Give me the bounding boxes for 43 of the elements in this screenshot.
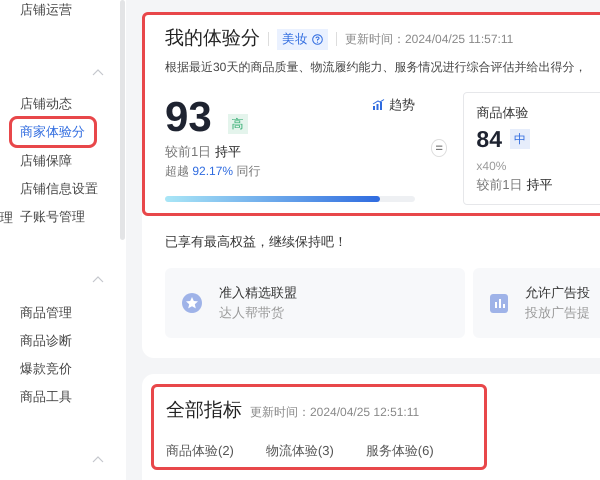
- description: 根据最近30天的商品质量、物流履约能力、服务情况进行综合评估并给出得分，: [165, 58, 588, 76]
- chevron-up-icon[interactable]: [92, 275, 104, 283]
- benefit-title: 准入精选联盟: [219, 284, 297, 302]
- tab[interactable]: 物流体验(3): [266, 441, 334, 460]
- tab[interactable]: 服务体验(6): [366, 441, 434, 460]
- change-text: 较前1日 持平: [165, 143, 242, 162]
- sidebar-item[interactable]: 商品诊断: [0, 327, 72, 355]
- bar-chart-icon: [372, 99, 385, 110]
- benefit-subtitle: 投放广告提: [525, 304, 590, 322]
- sidebar-item[interactable]: 店铺保障: [0, 147, 72, 175]
- section-title: 我的体验分: [165, 27, 260, 51]
- benefit-title: 允许广告投: [525, 284, 590, 302]
- section-title: 全部指标: [166, 398, 242, 422]
- sidebar-item[interactable]: 店铺动态: [0, 90, 72, 118]
- equals-sign: =: [431, 139, 448, 158]
- trend-link[interactable]: 趋势: [372, 94, 415, 114]
- benefits-title: 已享有最高权益，继续保持吧！: [165, 233, 348, 251]
- bar-chart-icon: [489, 292, 509, 314]
- scrollbar-thumb[interactable]: [120, 0, 125, 240]
- update-time: 更新时间：2024/04/25 11:57:11: [345, 31, 514, 48]
- change-text: 较前1日 持平: [476, 176, 554, 194]
- grade-tag: 高: [228, 114, 248, 134]
- benefit-subtitle: 达人帮带货: [219, 304, 285, 322]
- chevron-up-icon[interactable]: [92, 68, 104, 76]
- sidebar-item[interactable]: 爆款竞价: [0, 355, 72, 383]
- weight-text: x40%: [476, 158, 508, 174]
- beat-text: 超越 92.17% 同行: [165, 162, 262, 180]
- sidebar-item[interactable]: 商品管理: [0, 299, 72, 327]
- category-tag[interactable]: 美妆: [277, 28, 328, 50]
- cut-off-text: 理: [0, 211, 13, 224]
- help-icon: [312, 34, 323, 45]
- update-time: 更新时间：2024/04/25 12:51:11: [250, 404, 420, 421]
- sidebar-item[interactable]: 店铺信息设置: [0, 175, 98, 203]
- tab[interactable]: 商品体验(2): [166, 441, 234, 460]
- dimension-score: 84: [476, 125, 502, 154]
- score-value: 93: [165, 96, 212, 138]
- sidebar-item[interactable]: 店铺运营: [0, 0, 72, 24]
- star-badge-icon: [181, 292, 203, 314]
- sidebar-item[interactable]: 商家体验分: [12, 119, 94, 145]
- sidebar-item[interactable]: 商品工具: [0, 383, 72, 411]
- dimension-name: 商品体验: [476, 104, 530, 122]
- chevron-up-icon[interactable]: [92, 455, 104, 463]
- grade-tag: 中: [510, 129, 530, 150]
